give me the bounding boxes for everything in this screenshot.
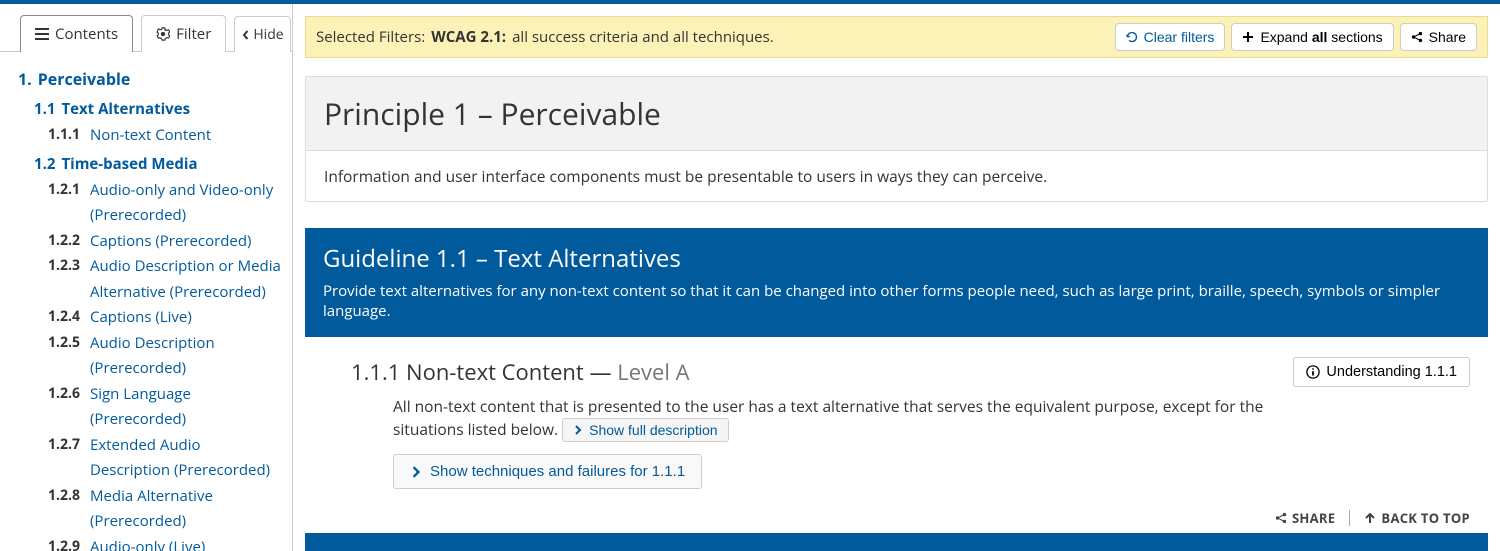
arrow-up-icon [1364, 512, 1376, 524]
guideline-title: Guideline 1.1 – Text Alternatives [323, 242, 1470, 275]
toc-item-perceivable[interactable]: 1.Perceivable [18, 68, 130, 90]
toc-num: 1.2.3 [48, 254, 84, 278]
guideline-1-1-header: Guideline 1.1 – Text Alternatives Provid… [305, 228, 1488, 337]
toc-num: 1.2.4 [48, 305, 84, 329]
toc-num: 1.2.7 [48, 433, 84, 457]
toc-item-1-2-4[interactable]: Captions (Live) [90, 305, 192, 331]
toc-item-1-2-6[interactable]: Sign Language (Prerecorded) [90, 382, 284, 433]
filter-prefix: Selected Filters: [316, 27, 425, 47]
chevron-left-icon [241, 30, 251, 40]
sc-title: 1.1.1 Non-text Content — Level A [351, 357, 1273, 387]
toc-item-1-2-2[interactable]: Captions (Prerecorded) [90, 229, 251, 255]
toc-num: 1.1.1 [48, 123, 84, 147]
toc-num: 1.2.9 [48, 535, 84, 551]
toc-item-1-1[interactable]: 1.1Text Alternatives [34, 99, 190, 119]
tab-contents-label: Contents [55, 24, 118, 44]
toc-num: 1.2.6 [48, 382, 84, 406]
toc-num: 1.2.8 [48, 484, 84, 508]
toc-item-1-2-1[interactable]: Audio-only and Video-only (Prerecorded) [90, 178, 284, 229]
sc-description: All non-text content that is presented t… [393, 395, 1273, 442]
info-icon [1306, 365, 1320, 379]
show-techniques-button[interactable]: Show techniques and failures for 1.1.1 [393, 454, 702, 489]
toc-num: 1.2.2 [48, 229, 84, 253]
sidebar-tabs: Contents Filter Hide [0, 4, 292, 52]
guideline-1-2-header: Guideline 1.2 – Time-based Media Provide… [305, 533, 1488, 551]
chevron-right-icon [573, 425, 583, 435]
sidebar: Contents Filter Hide 1.Perceivable 1.1Te… [0, 4, 293, 551]
filter-bar: Selected Filters: WCAG 2.1: all success … [305, 16, 1488, 58]
back-to-top-link[interactable]: BACK TO TOP [1364, 509, 1470, 527]
section-meta-row: SHARE BACK TO TOP [305, 499, 1488, 533]
sc-level: Level A [617, 357, 689, 387]
toc-item-1-2-8[interactable]: Media Alternative (Prerecorded) [90, 484, 284, 535]
principle-body: Information and user interface component… [306, 151, 1487, 201]
table-of-contents[interactable]: 1.Perceivable 1.1Text Alternatives 1.1.1… [0, 52, 292, 551]
tab-contents[interactable]: Contents [20, 15, 133, 52]
principle-title: Principle 1 – Perceivable [324, 93, 1469, 134]
guideline-body: Provide text alternatives for any non-te… [323, 281, 1470, 321]
toc-num: 1.2.5 [48, 331, 84, 355]
principle-box: Principle 1 – Perceivable Information an… [305, 76, 1488, 202]
gear-icon [156, 27, 170, 41]
tab-filter[interactable]: Filter [141, 15, 226, 52]
toc-item-1-2-7[interactable]: Extended Audio Description (Prerecorded) [90, 433, 284, 484]
share-icon [1411, 31, 1423, 43]
sc-1-1-1: 1.1.1 Non-text Content — Level A All non… [305, 337, 1488, 499]
share-button[interactable]: Share [1400, 23, 1477, 51]
filter-rest: all success criteria and all techniques. [512, 27, 774, 47]
hide-sidebar-button[interactable]: Hide [234, 16, 290, 52]
separator [1349, 510, 1350, 526]
toc-item-1-2[interactable]: 1.2Time-based Media [34, 154, 198, 174]
understanding-button[interactable]: Understanding 1.1.1 [1293, 357, 1470, 387]
main-content: Selected Filters: WCAG 2.1: all success … [293, 4, 1500, 551]
list-icon [35, 27, 49, 41]
refresh-icon [1126, 31, 1138, 43]
principle-header: Principle 1 – Perceivable [306, 77, 1487, 151]
toc-item-1-2-3[interactable]: Audio Description or Media Alternative (… [90, 254, 284, 305]
plus-icon [1242, 31, 1254, 43]
toc-item-1-2-9[interactable]: Audio-only (Live) [90, 535, 205, 551]
share-section-link[interactable]: SHARE [1275, 509, 1335, 527]
guideline-title: Guideline 1.2 – Time-based Media [323, 547, 1470, 551]
toc-item-1-2-5[interactable]: Audio Description (Prerecorded) [90, 331, 284, 382]
expand-all-button[interactable]: Expand all sections [1231, 23, 1393, 51]
toc-num: 1.2.1 [48, 178, 84, 202]
chevron-right-icon [410, 466, 422, 478]
hide-label: Hide [253, 25, 283, 44]
toc-item-1-1-1[interactable]: Non-text Content [90, 123, 211, 149]
filter-version: WCAG 2.1: [431, 27, 506, 47]
share-icon [1275, 512, 1287, 524]
tab-filter-label: Filter [176, 24, 211, 44]
show-full-description-button[interactable]: Show full description [562, 418, 728, 442]
clear-filters-button[interactable]: Clear filters [1115, 23, 1226, 51]
